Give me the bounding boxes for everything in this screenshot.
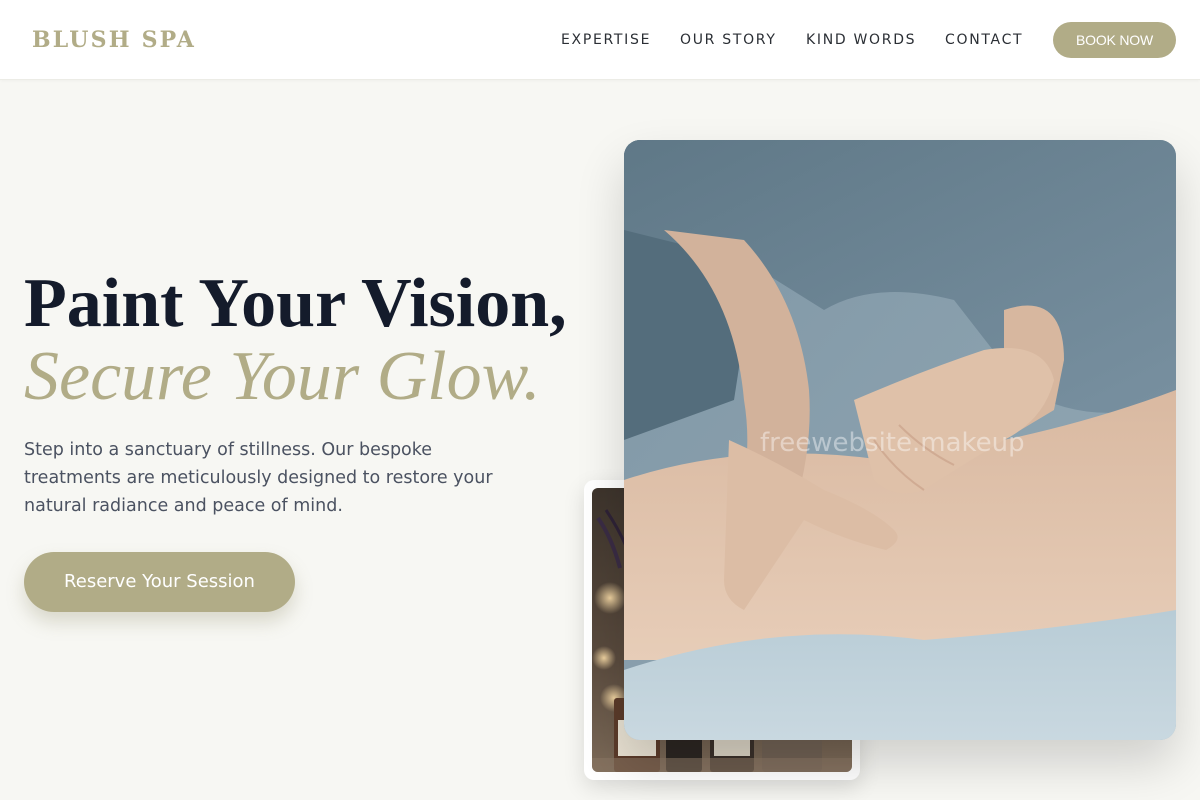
site-header: BLUSH SPA EXPERTISE OUR STORY KIND WORDS… (0, 0, 1200, 80)
reserve-session-button[interactable]: Reserve Your Session (24, 552, 295, 612)
hero-headline-line2: Secure Your Glow. (24, 338, 541, 415)
massage-photo (624, 140, 1176, 740)
nav-link-kind-words[interactable]: KIND WORDS (806, 30, 916, 50)
hero-headline-line1: Paint Your Vision, (24, 265, 567, 342)
nav-link-contact[interactable]: CONTACT (945, 30, 1023, 50)
nav-link-expertise[interactable]: EXPERTISE (561, 30, 651, 50)
hero-description: Step into a sanctuary of stillness. Our … (24, 440, 493, 516)
nav-link-our-story[interactable]: OUR STORY (680, 30, 777, 50)
brand-logo[interactable]: BLUSH SPA (32, 26, 196, 54)
book-now-button[interactable]: BOOK NOW (1053, 22, 1176, 58)
